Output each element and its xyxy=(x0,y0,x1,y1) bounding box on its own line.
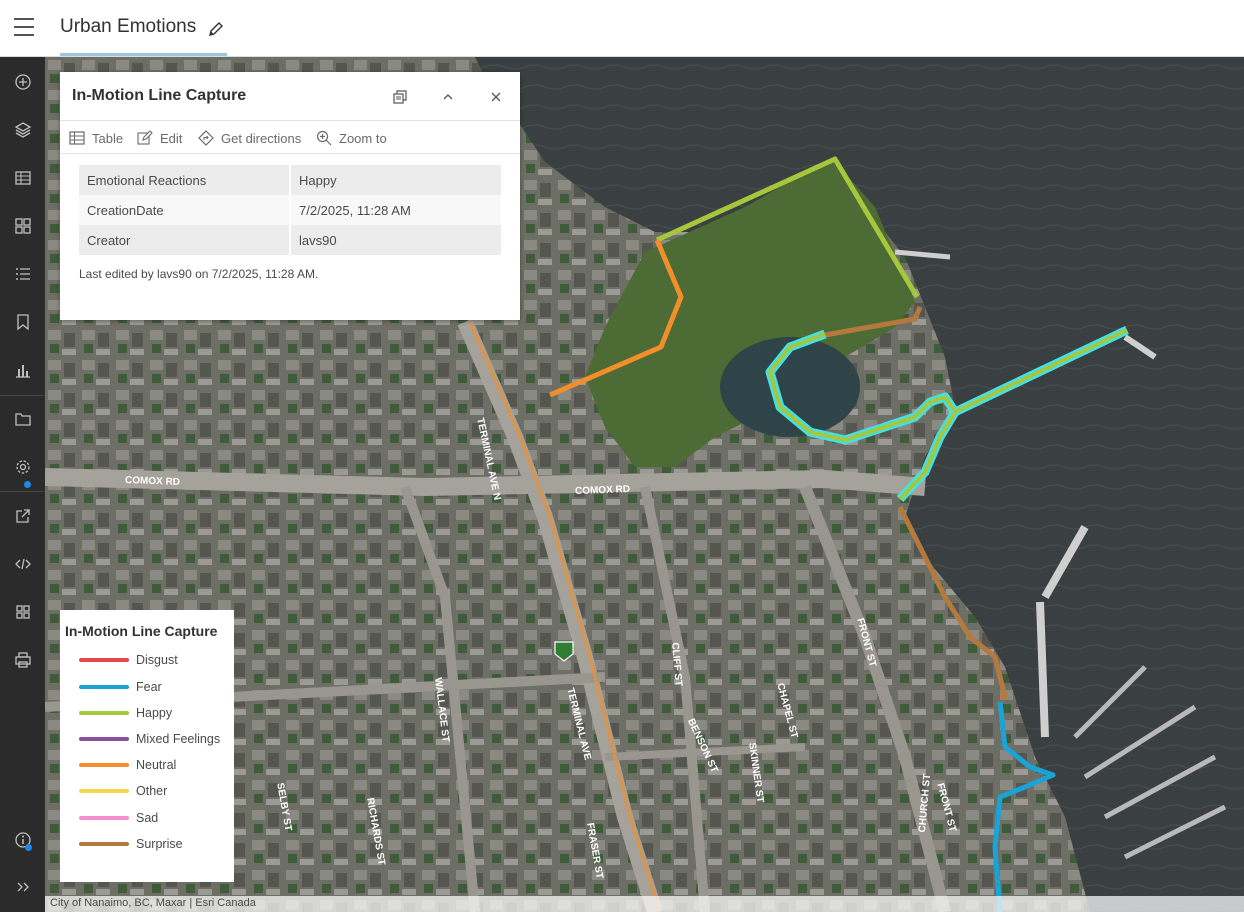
legend-label: Surprise xyxy=(136,837,183,851)
map-attribution[interactable]: City of Nanaimo, BC, Maxar | Esri Canada xyxy=(45,896,1244,912)
table-icon[interactable] xyxy=(0,156,45,200)
last-edited-info: Last edited by lavs90 on 7/2/2025, 11:28… xyxy=(79,267,319,281)
embed-icon[interactable] xyxy=(0,542,45,586)
legend-label: Other xyxy=(136,784,168,798)
legend-item: Other xyxy=(79,782,167,800)
add-icon[interactable] xyxy=(0,60,45,104)
layers-icon[interactable] xyxy=(0,108,45,152)
directions-action-button[interactable]: Get directions xyxy=(198,128,301,148)
bookmark-icon[interactable] xyxy=(0,300,45,344)
edit-icon xyxy=(137,130,153,145)
legend-swatch xyxy=(79,658,129,662)
zoom-to-action-label: Zoom to xyxy=(339,130,387,146)
expand-icon[interactable] xyxy=(0,865,45,909)
table-action-label: Table xyxy=(92,130,124,146)
edit-action-label: Edit xyxy=(160,130,183,146)
field-value: 7/2/2025, 11:28 AM xyxy=(290,195,501,225)
title-underline xyxy=(60,53,227,56)
legend-label: Mixed Feelings xyxy=(136,732,221,746)
chart-icon[interactable] xyxy=(0,348,45,392)
legend-label: Fear xyxy=(136,680,162,694)
dock-popup-icon[interactable] xyxy=(389,86,411,108)
field-name: CreationDate xyxy=(79,195,291,225)
legend-label: Sad xyxy=(136,811,159,825)
apps-icon[interactable] xyxy=(0,590,45,634)
zoom-in-icon xyxy=(316,130,332,146)
print-icon[interactable] xyxy=(0,638,45,682)
street-label: COMOX RD xyxy=(124,475,181,488)
table-row: Creator lavs90 xyxy=(79,225,501,255)
app-header: Urban Emotions xyxy=(0,0,1244,57)
legend-swatch xyxy=(79,816,129,820)
legend-item: Sad xyxy=(79,809,158,827)
legend-label: Happy xyxy=(136,706,173,720)
legend-item: Mixed Feelings xyxy=(79,730,220,748)
street-label: COMOX RD xyxy=(574,484,631,497)
table-icon xyxy=(69,131,85,145)
menu-icon[interactable] xyxy=(14,18,34,36)
legend-item: Surprise xyxy=(79,835,183,853)
info-notification-dot xyxy=(25,844,32,851)
basemap-icon[interactable] xyxy=(0,204,45,248)
legend-swatch xyxy=(79,685,129,689)
table-row: Emotional Reactions Happy xyxy=(79,165,501,195)
feature-popup: In-Motion Line Capture Table Edit Get di… xyxy=(60,72,520,320)
legend-item: Disgust xyxy=(79,651,178,669)
legend-item: Fear xyxy=(79,678,162,696)
rail-divider xyxy=(0,491,45,492)
legend-item: Happy xyxy=(79,704,172,722)
table-action-button[interactable]: Table xyxy=(69,128,123,148)
map-properties-icon[interactable] xyxy=(0,397,45,441)
directions-action-label: Get directions xyxy=(221,130,302,146)
edit-action-button[interactable]: Edit xyxy=(137,128,182,148)
legend-swatch xyxy=(79,789,129,793)
zoom-to-action-button[interactable]: Zoom to xyxy=(316,128,387,148)
legend-label: Disgust xyxy=(136,653,178,667)
close-icon[interactable] xyxy=(485,86,507,108)
field-value: Happy xyxy=(290,165,501,195)
legend-swatch xyxy=(79,737,129,741)
attribute-table: Emotional Reactions Happy CreationDate 7… xyxy=(79,165,501,255)
field-name: Emotional Reactions xyxy=(79,165,291,195)
legend-swatch xyxy=(79,763,129,767)
settings-icon[interactable] xyxy=(0,445,45,489)
rail-divider xyxy=(0,395,45,396)
share-icon[interactable] xyxy=(0,494,45,538)
app-title: Urban Emotions xyxy=(60,16,197,37)
legend-label: Neutral xyxy=(136,758,177,772)
pencil-icon[interactable] xyxy=(207,20,225,38)
field-value: lavs90 xyxy=(290,225,501,255)
legend-title: In-Motion Line Capture xyxy=(65,623,218,639)
legend-swatch xyxy=(79,842,129,846)
popup-action-bar: Table Edit Get directions Zoom to xyxy=(60,120,520,154)
left-action-bar xyxy=(0,57,45,912)
legend-swatch xyxy=(79,711,129,715)
info-icon[interactable] xyxy=(0,818,45,862)
map-legend: In-Motion Line Capture Disgust Fear Happ… xyxy=(60,610,234,882)
table-row: CreationDate 7/2/2025, 11:28 AM xyxy=(79,195,501,225)
field-name: Creator xyxy=(79,225,291,255)
popup-title: In-Motion Line Capture xyxy=(72,87,247,104)
collapse-chevron-up-icon[interactable] xyxy=(437,86,459,108)
directions-icon xyxy=(198,130,214,146)
legend-list-icon[interactable] xyxy=(0,252,45,296)
legend-item: Neutral xyxy=(79,756,176,774)
